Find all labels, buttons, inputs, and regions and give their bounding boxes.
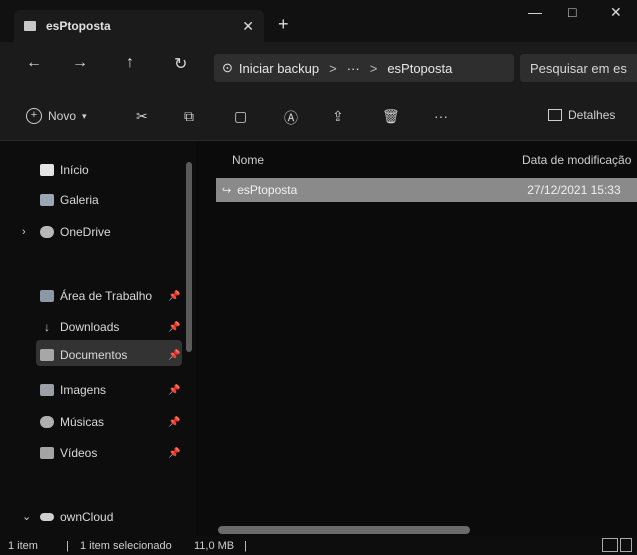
pin-icon[interactable]: 📌 — [168, 291, 180, 302]
details-button[interactable]: Detalhes — [548, 108, 615, 122]
close-window-button[interactable]: ✕ — [610, 4, 622, 21]
command-bar: + Novo ▾ ✂ ⧉ ▢ Ⓐ ⇪ 🗑 ··· Detalhes — [0, 94, 637, 141]
sidebar-item-label: Downloads — [60, 320, 120, 334]
maximize-button[interactable]: □ — [568, 4, 576, 20]
status-divider: | — [66, 540, 69, 552]
plus-icon: + — [26, 108, 42, 124]
sidebar-item-label: Vídeos — [60, 446, 98, 460]
sidebar-item-label: Área de Trabalho — [60, 289, 153, 303]
onedrive-cloud-icon — [40, 226, 54, 238]
new-label: Novo — [48, 109, 77, 123]
owncloud-icon — [40, 513, 54, 521]
pin-icon[interactable]: 📌 — [168, 417, 180, 428]
sidebar-item-galeria[interactable]: Galeria — [40, 193, 99, 207]
file-explorer-window: esPtoposta ✕ + — □ ✕ ← → ↑ ↻ ⊙ Iniciar b… — [0, 0, 637, 555]
status-selected: 1 item selecionado — [80, 540, 172, 552]
rename-icon[interactable]: Ⓐ — [284, 108, 298, 128]
documents-icon — [40, 349, 54, 361]
desktop-icon — [40, 290, 54, 302]
sidebar-item-onedrive[interactable]: OneDrive — [40, 225, 111, 239]
pin-icon[interactable]: 📌 — [168, 385, 180, 396]
sidebar-item-label: Documentos — [60, 348, 128, 362]
cut-icon[interactable]: ✂ — [136, 108, 148, 125]
music-icon — [40, 416, 54, 428]
home-icon — [40, 164, 54, 176]
paste-icon[interactable]: ▢ — [234, 108, 247, 125]
forward-arrow-icon[interactable]: → — [72, 54, 88, 72]
sidebar-item-downloads[interactable]: ↓ Downloads 📌 — [40, 320, 180, 334]
sidebar-item-videos[interactable]: Vídeos 📌 — [40, 446, 180, 460]
sidebar-item-label: OneDrive — [60, 225, 111, 239]
tab-title: esPtoposta — [46, 19, 111, 33]
sidebar-item-documentos[interactable]: Documentos 📌 — [40, 348, 180, 362]
gallery-icon — [40, 194, 54, 206]
shortcut-file-icon: ↪ — [222, 184, 232, 197]
search-input[interactable]: Pesquisar em es — [520, 54, 637, 82]
column-header-name[interactable]: Nome — [232, 153, 264, 167]
up-arrow-icon[interactable]: ↑ — [126, 54, 134, 72]
back-arrow-icon[interactable]: ← — [26, 54, 42, 72]
navigation-bar: ← → ↑ ↻ ⊙ Iniciar backup > ··· > esPtopo… — [0, 42, 637, 94]
videos-icon — [40, 447, 54, 459]
refresh-icon[interactable]: ↻ — [174, 54, 187, 74]
details-view-icon[interactable] — [602, 538, 618, 552]
copy-icon[interactable]: ⧉ — [184, 108, 194, 125]
folder-icon — [24, 21, 36, 31]
sidebar-scrollbar[interactable] — [186, 162, 192, 352]
file-date: 27/12/2021 15:33 — [527, 183, 621, 197]
search-placeholder: Pesquisar em es — [530, 60, 627, 76]
sidebar-item-area-de-trabalho[interactable]: Área de Trabalho 📌 — [40, 289, 180, 303]
file-row[interactable]: ↪ esPtoposta 27/12/2021 15:33 — [216, 178, 637, 202]
sidebar-item-inicio[interactable]: Início — [40, 163, 89, 177]
address-bar[interactable]: ⊙ Iniciar backup > ··· > esPtoposta — [214, 54, 514, 82]
breadcrumb-separator: > — [369, 60, 378, 76]
download-arrow-icon: ↓ — [44, 320, 50, 334]
pin-icon[interactable]: 📌 — [168, 448, 180, 459]
status-item-count: 1 item — [8, 540, 38, 552]
status-divider: | — [244, 540, 247, 552]
breadcrumb-separator: > — [329, 60, 337, 76]
pin-icon[interactable]: 📌 — [168, 350, 180, 361]
pictures-icon — [40, 384, 54, 396]
sidebar-item-label: Galeria — [60, 193, 99, 207]
sidebar-item-musicas[interactable]: Músicas 📌 — [40, 415, 180, 429]
sidebar-item-label: Início — [60, 163, 89, 177]
sidebar-item-owncloud[interactable]: ownCloud — [40, 510, 113, 524]
title-bar: esPtoposta ✕ + — □ ✕ — [0, 0, 637, 42]
file-name: esPtoposta — [237, 183, 298, 197]
details-label: Detalhes — [568, 108, 616, 122]
details-pane-icon — [548, 109, 562, 121]
backup-icon: ⊙ — [222, 60, 233, 75]
chevron-down-icon: ▾ — [82, 110, 87, 121]
sidebar-item-imagens[interactable]: Imagens 📌 — [40, 383, 180, 397]
tab-active[interactable]: esPtoposta ✕ — [14, 10, 264, 42]
sidebar-item-label: Imagens — [60, 383, 107, 397]
status-bar: 1 item | 1 item selecionado 11,0 MB | — [0, 536, 637, 555]
breadcrumb-more[interactable]: ··· — [347, 61, 360, 76]
breadcrumb-current[interactable]: esPtoposta — [387, 61, 452, 76]
column-header-date[interactable]: Data de modificação — [522, 153, 631, 167]
chevron-right-icon[interactable]: › — [22, 226, 26, 238]
backup-label[interactable]: Iniciar backup — [239, 61, 319, 76]
delete-icon[interactable]: 🗑 — [382, 108, 400, 125]
close-tab-icon[interactable]: ✕ — [242, 18, 254, 35]
more-options-button[interactable]: ··· — [434, 108, 448, 124]
sidebar-item-label: ownCloud — [60, 510, 114, 524]
minimize-button[interactable]: — — [528, 4, 542, 20]
chevron-down-icon[interactable]: ⌄ — [22, 510, 31, 523]
new-tab-button[interactable]: + — [278, 14, 289, 35]
status-size: 11,0 MB — [194, 540, 235, 552]
share-icon[interactable]: ⇪ — [332, 108, 344, 125]
pin-icon[interactable]: 📌 — [168, 322, 180, 333]
horizontal-scrollbar[interactable] — [218, 526, 470, 534]
tiles-view-icon[interactable] — [620, 538, 632, 552]
new-button[interactable]: + Novo ▾ — [26, 108, 87, 124]
sidebar-item-label: Músicas — [60, 415, 105, 429]
